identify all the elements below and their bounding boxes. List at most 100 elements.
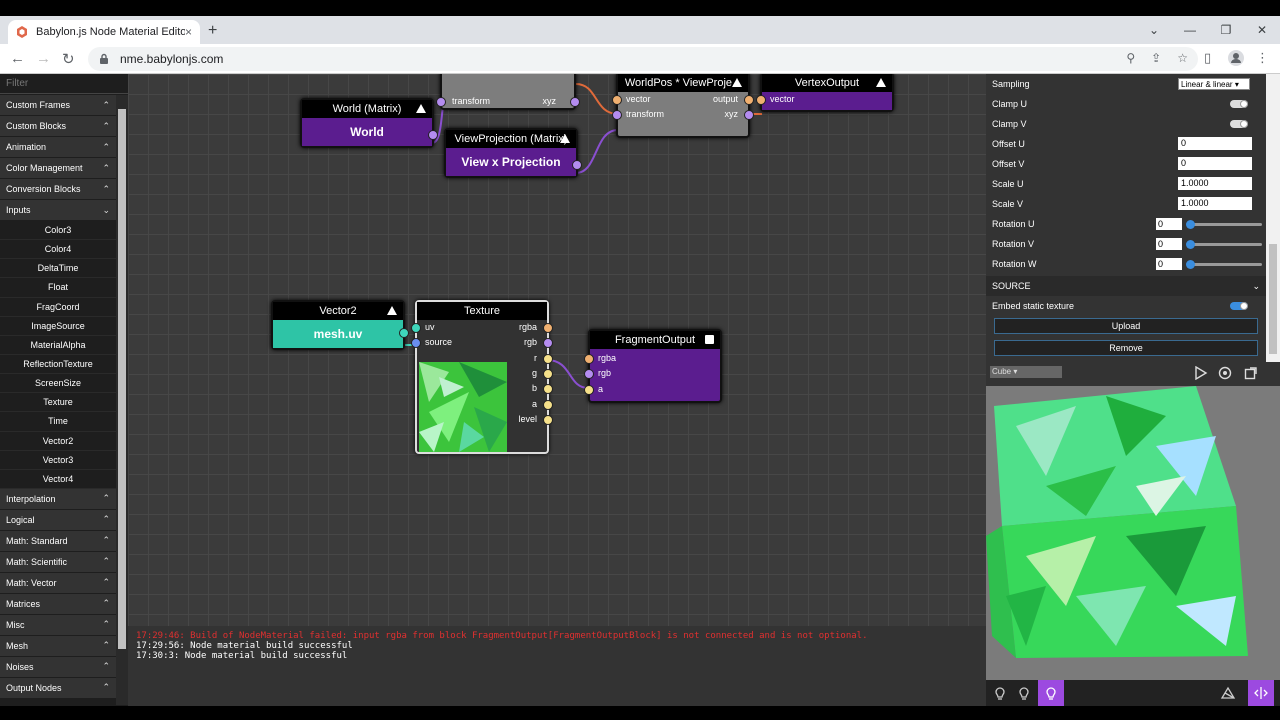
vector-port-dot[interactable] <box>612 95 622 105</box>
wireframe-icon[interactable] <box>1220 685 1236 701</box>
scale-v-input[interactable]: 1.0000 <box>1178 197 1252 210</box>
category-header[interactable]: Math: Scientific ⌃ <box>0 551 116 573</box>
node-header[interactable]: WorldPos * ViewProje... <box>618 74 748 92</box>
collapse-triangle-icon[interactable] <box>416 104 426 113</box>
property-scroll-thumb[interactable] <box>1269 244 1277 354</box>
node-header[interactable]: FragmentOutput <box>590 331 720 349</box>
chevron-up-icon[interactable]: ⌃ <box>102 121 110 132</box>
category-header[interactable]: Color Management ⌃ <box>0 158 116 179</box>
slider-knob[interactable] <box>1186 220 1195 229</box>
collapse-triangle-icon[interactable] <box>560 134 570 143</box>
chevron-up-icon[interactable]: ⌃ <box>102 535 110 546</box>
chevron-up-icon[interactable]: ⌃ <box>102 682 110 693</box>
zoom-icon[interactable]: ⚲ <box>1126 51 1135 65</box>
sampling-select[interactable]: Linear & linear ▾ <box>1178 78 1250 90</box>
chevron-up-icon[interactable]: ⌃ <box>102 640 110 651</box>
chevron-up-icon[interactable]: ⌃ <box>102 514 110 525</box>
category-header[interactable]: Mesh ⌃ <box>0 635 116 657</box>
transform-port-dot[interactable] <box>436 97 446 107</box>
directional-light-icon[interactable] <box>1016 685 1032 701</box>
xyz-port-dot[interactable] <box>570 97 580 107</box>
rgb-port-dot[interactable] <box>543 338 553 348</box>
filter-input[interactable]: Filter <box>0 74 128 94</box>
chevron-up-icon[interactable]: ⌃ <box>102 661 110 672</box>
lock-icon[interactable] <box>98 53 110 65</box>
chevron-down-icon[interactable]: ⌄ <box>102 205 110 216</box>
preview-mesh-select[interactable]: Cube ▾ <box>990 366 1062 378</box>
offset-v-input[interactable]: 0 <box>1178 157 1252 170</box>
clamp-u-toggle[interactable] <box>1230 100 1248 108</box>
preview-cube-render[interactable] <box>986 386 1280 682</box>
chevron-up-icon[interactable]: ⌃ <box>102 163 110 174</box>
browser-menu-icon[interactable]: ⋮ <box>1256 50 1269 66</box>
viewprojection-matrix-node[interactable]: ViewProjection (Matrix) View x Projectio… <box>444 128 582 178</box>
offset-u-input[interactable]: 0 <box>1178 137 1252 150</box>
source-port-dot[interactable] <box>411 338 421 348</box>
remove-button[interactable]: Remove <box>994 340 1258 356</box>
vector-port-dot[interactable] <box>756 95 766 105</box>
back-icon[interactable]: ← <box>10 50 25 67</box>
collapse-triangle-icon[interactable] <box>387 306 397 315</box>
node-list-item[interactable]: FragCoord <box>0 297 116 317</box>
category-header[interactable]: Inputs ⌄ <box>0 200 116 221</box>
clamp-v-toggle[interactable] <box>1230 120 1248 128</box>
node-list-item[interactable]: ReflectionTexture <box>0 354 116 375</box>
node-header[interactable]: Texture <box>417 302 547 320</box>
minimize-icon[interactable]: — <box>1172 16 1208 44</box>
node-header[interactable]: VertexOutput <box>762 74 892 92</box>
category-header[interactable]: Custom Frames ⌃ <box>0 95 116 116</box>
r-port-dot[interactable] <box>543 354 553 364</box>
g-port-dot[interactable] <box>543 369 553 379</box>
collapse-triangle-icon[interactable] <box>876 78 886 87</box>
chevron-up-icon[interactable]: ⌃ <box>102 577 110 588</box>
bookmark-star-icon[interactable]: ☆ <box>1177 51 1188 65</box>
category-header[interactable]: Logical ⌃ <box>0 509 116 531</box>
side-panel-icon[interactable]: ▯ <box>1204 50 1211 66</box>
node-list-item[interactable]: Vector2 <box>0 431 116 451</box>
a-port-dot[interactable] <box>543 400 553 410</box>
node-header[interactable]: World (Matrix) <box>302 100 432 118</box>
node-header[interactable]: ViewProjection (Matrix) <box>446 130 576 148</box>
level-port-dot[interactable] <box>543 415 553 425</box>
vector2-node[interactable]: Vector2 mesh.uv <box>271 300 409 350</box>
node-list-item[interactable]: Color4 <box>0 240 116 260</box>
close-window-icon[interactable]: ✕ <box>1244 16 1280 44</box>
popout-icon[interactable] <box>1244 366 1258 380</box>
upload-button[interactable]: Upload <box>994 318 1258 334</box>
property-scrollbar[interactable] <box>1266 74 1280 362</box>
browser-tab[interactable]: Babylon.js Node Material Editor × <box>8 20 200 44</box>
node-list-item[interactable]: Color3 <box>0 221 116 241</box>
preview-toggle-square-icon[interactable] <box>705 335 714 344</box>
reload-icon[interactable]: ↻ <box>62 50 75 68</box>
world-matrix-node[interactable]: World (Matrix) World <box>300 98 438 148</box>
output-port-dot[interactable] <box>744 95 754 105</box>
vector2-output-port-dot[interactable] <box>399 328 409 338</box>
rotation-w-slider[interactable] <box>1186 260 1262 269</box>
texture-node[interactable]: Texture uv source rgba rgb r g b a level <box>411 300 553 454</box>
rotation-v-slider[interactable] <box>1186 240 1262 249</box>
world-output-port-dot[interactable] <box>428 130 438 140</box>
node-header[interactable]: Vector2 <box>273 302 403 320</box>
worldpos-viewproj-node[interactable]: WorldPos * ViewProje... vector transform… <box>612 74 754 138</box>
category-header[interactable]: Interpolation ⌃ <box>0 488 116 510</box>
category-header[interactable]: Animation ⌃ <box>0 137 116 158</box>
graph-canvas[interactable]: transform xyz World (Matrix) World ViewP… <box>128 74 986 626</box>
lightbulb-icon[interactable] <box>1043 685 1059 701</box>
close-tab-icon[interactable]: × <box>185 25 192 39</box>
source-section-header[interactable]: SOURCE ⌄ <box>986 276 1266 296</box>
background-color-icon[interactable] <box>1218 366 1232 380</box>
share-icon[interactable]: ⇪ <box>1151 51 1161 65</box>
category-header[interactable]: Matrices ⌃ <box>0 593 116 615</box>
sidebar-scroll-thumb[interactable] <box>118 109 126 649</box>
node-list-item[interactable]: Float <box>0 278 116 298</box>
play-icon[interactable] <box>1194 366 1208 380</box>
slider-knob[interactable] <box>1186 260 1195 269</box>
category-header[interactable]: Noises ⌃ <box>0 656 116 678</box>
tab-search-icon[interactable]: ⌄ <box>1136 16 1172 44</box>
profile-avatar-icon[interactable] <box>1228 50 1244 69</box>
category-header[interactable]: Custom Blocks ⌃ <box>0 116 116 137</box>
collapse-triangle-icon[interactable] <box>732 78 742 87</box>
node-list-item[interactable]: Vector4 <box>0 469 116 489</box>
chevron-up-icon[interactable]: ⌃ <box>102 184 110 195</box>
new-tab-button[interactable]: + <box>208 22 217 40</box>
